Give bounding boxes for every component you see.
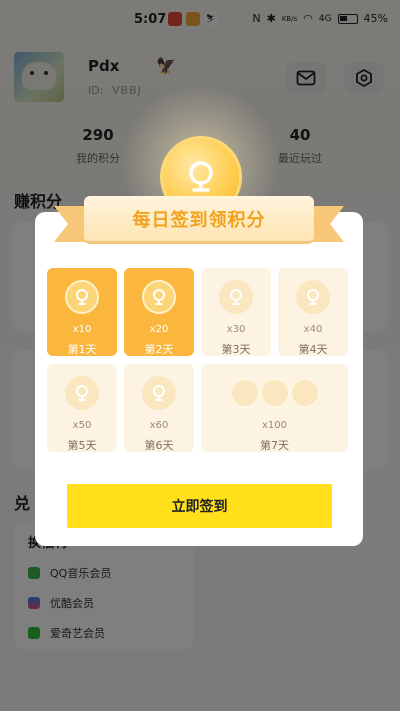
day-cell-2[interactable]: x20 第2天 xyxy=(124,268,194,356)
day-amount: x60 xyxy=(149,420,169,431)
ribbon-body: 每日签到领积分 xyxy=(84,196,314,244)
modal-title: 每日签到领积分 xyxy=(132,209,266,231)
coin-icon xyxy=(259,378,290,408)
coin-icon xyxy=(142,280,176,314)
coin-icon xyxy=(142,376,176,410)
day-label: 第2天 xyxy=(144,343,174,356)
day-amount: x20 xyxy=(149,324,169,335)
day-cell-3[interactable]: x30 第3天 xyxy=(201,268,271,356)
coin-icon xyxy=(65,376,99,410)
day-label: 第5天 xyxy=(67,439,97,452)
coin-stack-icon xyxy=(229,376,320,410)
trophy-icon xyxy=(189,161,213,192)
day-amount: x10 xyxy=(72,324,92,335)
day-label: 第7天 xyxy=(260,439,289,452)
coin-icon xyxy=(219,280,253,314)
day-amount: x100 xyxy=(261,420,287,431)
day-label: 第1天 xyxy=(67,343,97,356)
day-cell-4[interactable]: x40 第4天 xyxy=(278,268,348,356)
title-ribbon: 每日签到领积分 xyxy=(54,194,344,250)
day-label: 第4天 xyxy=(298,343,328,356)
day-cell-5[interactable]: x50 第5天 xyxy=(47,364,117,452)
day-amount: x30 xyxy=(226,324,246,335)
day-amount: x40 xyxy=(303,324,323,335)
coin-icon xyxy=(65,280,99,314)
day-cell-1[interactable]: x10 第1天 xyxy=(47,268,117,356)
day-cell-7[interactable]: x100 第7天 xyxy=(201,364,348,452)
day-label: 第6天 xyxy=(144,439,174,452)
day-amount: x50 xyxy=(72,420,92,431)
day-cell-6[interactable]: x60 第6天 xyxy=(124,364,194,452)
day-label: 第3天 xyxy=(221,343,251,356)
coin-icon xyxy=(229,378,260,408)
coin-icon xyxy=(289,378,320,408)
sign-in-now-button[interactable]: 立即签到 xyxy=(67,484,332,528)
coin-icon xyxy=(296,280,330,314)
